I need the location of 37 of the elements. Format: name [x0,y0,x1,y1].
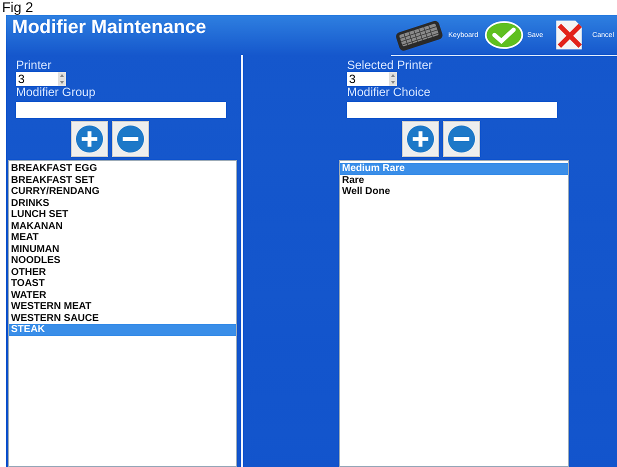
figure-caption: Fig 2 [1,0,34,15]
list-item[interactable]: WESTERN MEAT [9,301,236,312]
list-item[interactable]: CURRY/RENDANG [9,186,236,198]
window-title: Modifier Maintenance [11,16,208,40]
field-label: Printer [16,59,52,72]
list-item[interactable]: Rare [340,174,568,186]
spinner-arrows-icon[interactable] [389,72,397,86]
input-field[interactable] [16,102,226,118]
list-item[interactable]: MINUMAN [9,244,236,255]
field-label: Modifier Group [16,86,96,99]
list-item[interactable]: TOAST [9,278,236,290]
remove-button[interactable] [443,121,480,157]
list-item[interactable]: LUNCH SET [9,209,236,220]
plus-icon [406,124,435,154]
plus-icon [75,124,104,154]
remove-button[interactable] [112,121,149,157]
list-item[interactable]: NOODLES [9,255,236,266]
list-item[interactable]: DRINKS [9,198,236,209]
add-button[interactable] [71,121,108,157]
list-item[interactable]: BREAKFAST SET [9,174,236,186]
list-item[interactable]: WATER [9,290,236,301]
list-item[interactable]: BREAKFAST EGG [9,163,236,174]
list-item[interactable]: MEAT [9,232,236,244]
spinner-arrows-icon[interactable] [58,72,66,86]
field-label: Modifier Choice [347,86,432,99]
minus-icon [116,124,145,154]
input-field[interactable] [347,102,557,118]
list-item[interactable]: MAKANAN [9,220,236,232]
minus-icon [447,124,476,154]
list-item[interactable]: Well Done [340,186,568,198]
list-item[interactable]: WESTERN SAUCE [9,312,236,324]
field-label: Selected Printer [347,59,434,72]
add-button[interactable] [402,121,439,157]
checkmark-icon[interactable] [484,19,524,51]
spin-field[interactable]: 3 [347,72,397,86]
list-item[interactable]: OTHER [9,266,236,278]
spin-field[interactable]: 3 [16,72,66,86]
